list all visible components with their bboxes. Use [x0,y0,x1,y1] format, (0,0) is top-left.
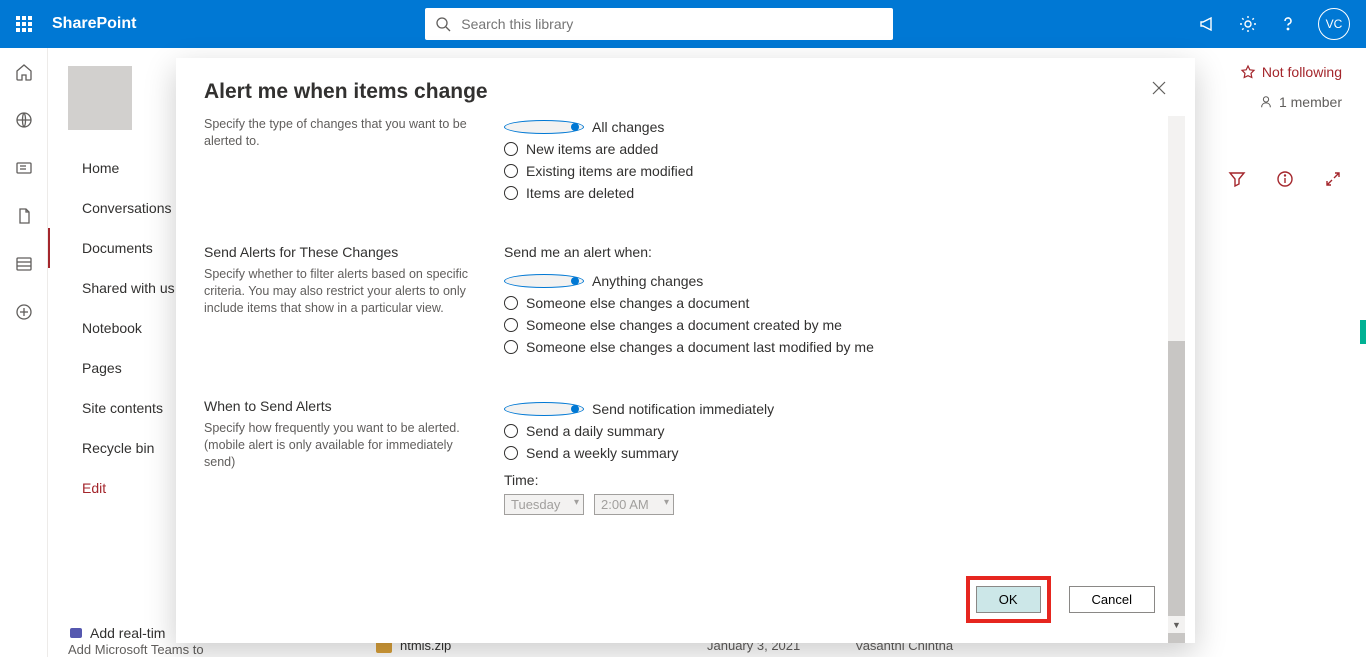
dialog-header: Alert me when items change [176,58,1195,116]
dialog-buttons: OK Cancel [966,576,1155,623]
radio-icon [504,142,518,156]
megaphone-icon[interactable] [1198,14,1218,34]
expand-icon[interactable] [1324,170,1342,188]
radio-icon [504,120,584,134]
follow-toggle[interactable]: Not following [1240,64,1342,80]
app-launcher-button[interactable] [0,0,48,48]
teams-icon [68,625,84,641]
radio-label: Someone else changes a document [526,295,749,311]
radio-label: Send notification immediately [592,401,774,417]
settings-icon[interactable] [1238,14,1258,34]
add-realtime-label: Add real-tim [90,625,165,641]
site-logo [68,66,132,130]
filter-title: Send Alerts for These Changes [204,244,484,260]
radio-new-items[interactable]: New items are added [504,138,1167,160]
radio-icon [504,318,518,332]
radio-label: Send a weekly summary [526,445,679,461]
user-avatar[interactable]: VC [1318,8,1350,40]
radio-icon [504,296,518,310]
search-container [136,8,1182,40]
hour-select[interactable]: 2:00 AM [594,494,674,515]
radio-label: Send a daily summary [526,423,665,439]
radio-existing-modified[interactable]: Existing items are modified [504,160,1167,182]
radio-label: Items are deleted [526,185,634,201]
change-type-desc: Specify the type of changes that you wan… [204,116,484,150]
globe-icon[interactable] [14,110,34,130]
radio-icon [504,424,518,438]
scroll-down-icon[interactable]: ▼ [1168,616,1185,633]
radio-label: All changes [592,119,664,135]
radio-immediately[interactable]: Send notification immediately [504,398,1167,420]
when-desc: Specify how frequently you want to be al… [204,420,484,471]
radio-icon [504,446,518,460]
suite-actions: VC [1182,8,1366,40]
dialog-scrollbar-thumb[interactable] [1168,341,1185,643]
radio-someone-changes-modified[interactable]: Someone else changes a document last mod… [504,336,1167,358]
follow-label: Not following [1262,64,1342,80]
radio-icon [504,274,584,288]
radio-someone-changes-created[interactable]: Someone else changes a document created … [504,314,1167,336]
ok-highlight-frame: OK [966,576,1051,623]
add-teams-hint[interactable]: Add Microsoft Teams to [68,642,204,657]
section-change-type: Specify the type of changes that you wan… [204,116,1167,234]
command-icons [1228,170,1342,188]
section-filter-changes: Send Alerts for These Changes Specify wh… [204,234,1167,388]
radio-weekly[interactable]: Send a weekly summary [504,442,1167,464]
radio-icon [504,164,518,178]
ok-button[interactable]: OK [976,586,1041,613]
time-block: Time: Tuesday 2:00 AM [504,472,1167,515]
news-icon[interactable] [14,158,34,178]
radio-label: Anything changes [592,273,703,289]
member-count[interactable]: 1 member [1240,94,1342,110]
file-icon[interactable] [14,206,34,226]
add-realtime-hint[interactable]: Add real-tim [68,625,165,641]
radio-icon [504,402,584,416]
feedback-tab[interactable] [1360,320,1366,344]
dialog-title: Alert me when items change [204,80,488,104]
radio-all-changes[interactable]: All changes [504,116,1167,138]
person-icon [1259,95,1273,109]
radio-label: Someone else changes a document created … [526,317,842,333]
search-icon [435,16,451,32]
site-meta: Not following 1 member [1240,64,1342,110]
time-label: Time: [504,472,1167,488]
home-icon[interactable] [14,62,34,82]
radio-anything-changes[interactable]: Anything changes [504,270,1167,292]
radio-icon [504,340,518,354]
radio-label: Existing items are modified [526,163,693,179]
filter-prompt: Send me an alert when: [504,244,1167,260]
filter-icon[interactable] [1228,170,1246,188]
radio-items-deleted[interactable]: Items are deleted [504,182,1167,204]
radio-label: New items are added [526,141,658,157]
when-title: When to Send Alerts [204,398,484,414]
search-box[interactable] [425,8,893,40]
radio-daily[interactable]: Send a daily summary [504,420,1167,442]
radio-someone-changes[interactable]: Someone else changes a document [504,292,1167,314]
help-icon[interactable] [1278,14,1298,34]
filter-desc: Specify whether to filter alerts based o… [204,266,484,317]
list-icon[interactable] [14,254,34,274]
info-icon[interactable] [1276,170,1294,188]
day-select[interactable]: Tuesday [504,494,584,515]
close-icon[interactable] [1151,80,1167,96]
app-rail [0,48,48,657]
member-label: 1 member [1279,94,1342,110]
add-icon[interactable] [14,302,34,322]
brand-label: SharePoint [48,15,136,33]
search-input[interactable] [461,16,883,32]
radio-label: Someone else changes a document last mod… [526,339,874,355]
waffle-icon [16,16,32,32]
alert-dialog: Alert me when items change ▲ ▼ Specify t… [176,58,1195,643]
dialog-body: ▲ ▼ Specify the type of changes that you… [176,116,1195,643]
suite-header: SharePoint VC [0,0,1366,48]
section-when-send: When to Send Alerts Specify how frequent… [204,388,1167,525]
star-icon [1240,64,1256,80]
cancel-button[interactable]: Cancel [1069,586,1155,613]
radio-icon [504,186,518,200]
